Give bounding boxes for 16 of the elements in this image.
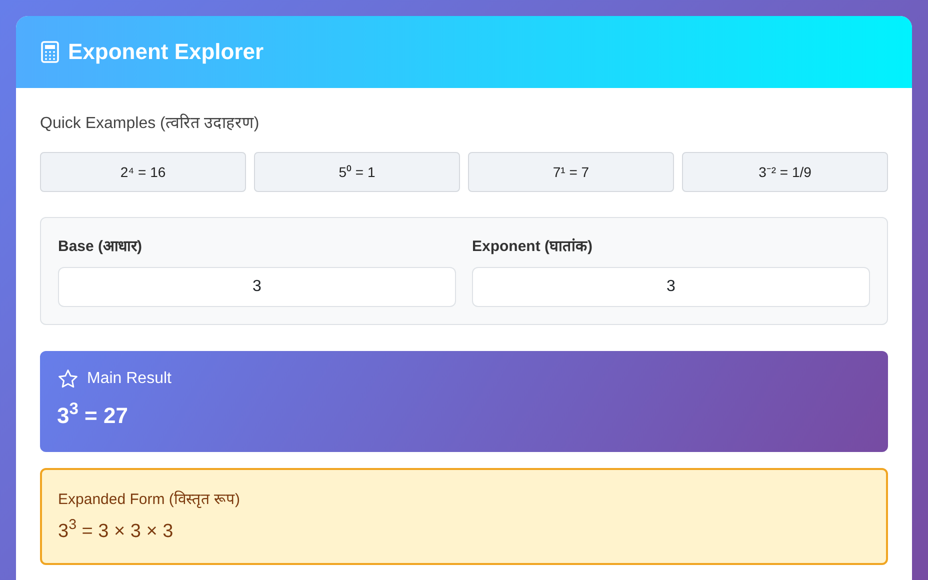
expanded-form-label: Expanded Form (विस्तृत रूप) bbox=[58, 490, 240, 508]
calculator-icon bbox=[40, 41, 60, 63]
star-icon bbox=[57, 368, 79, 390]
example-button[interactable]: 2⁴ = 16 bbox=[40, 152, 246, 192]
app-title: Exponent Explorer bbox=[68, 38, 264, 66]
example-button[interactable]: 7¹ = 7 bbox=[468, 152, 674, 192]
result-label: Main Result bbox=[87, 368, 172, 388]
example-button[interactable]: 3⁻² = 1/9 bbox=[682, 152, 888, 192]
number-field[interactable]: 3 bbox=[58, 266, 456, 306]
expanded-form-value: 3$^{3}$ = 3 × 3 × 3 bbox=[58, 518, 174, 544]
field-label: Exponent (घातांक) bbox=[472, 238, 592, 255]
field-label: Base (आधार) bbox=[58, 238, 142, 255]
number-field[interactable]: 3 bbox=[472, 266, 870, 306]
example-button[interactable]: 5⁰ = 1 bbox=[254, 152, 460, 192]
result-value: 3$^{3}$ = 27 bbox=[57, 399, 128, 430]
section-label: Quick Examples (त्वरित उदाहरण) bbox=[40, 112, 260, 134]
